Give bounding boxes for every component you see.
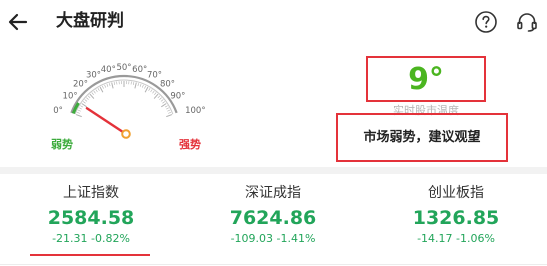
gauge-tick <box>161 103 167 108</box>
gauge-tick <box>133 81 135 85</box>
gauge-tick-label: 20° <box>73 80 88 90</box>
gauge-tick-label: 100° <box>185 106 205 116</box>
gauge-tick <box>97 88 100 91</box>
market-advice-text: 市场弱势，建议观望 <box>363 130 481 145</box>
gauge-tick <box>87 95 91 99</box>
index-name: 深证成指 <box>245 185 301 201</box>
index-card-shanghai[interactable]: 上证指数 2584.58 -21.31 -0.82% <box>0 174 182 266</box>
gauge-tick <box>154 92 157 95</box>
gauge-tick <box>159 97 162 100</box>
gauge-tick <box>164 105 168 108</box>
gauge-tick <box>102 85 104 89</box>
gauge-tick <box>162 101 166 104</box>
index-name: 创业板指 <box>428 185 484 201</box>
gauge-tick <box>166 114 173 118</box>
gauge-tick <box>150 89 153 93</box>
index-value: 2584.58 <box>47 207 135 229</box>
gauge-tick-label: 40° <box>101 65 116 75</box>
gauge-tick <box>157 95 161 99</box>
gauge-tick <box>152 90 155 94</box>
gauge-tick <box>76 111 80 114</box>
gauge-tick-label: 30° <box>86 71 101 81</box>
gauge-tick <box>99 86 104 93</box>
gauge-strong-label: 强势 <box>179 137 201 151</box>
gauge-tick <box>144 85 146 89</box>
gauge-tick <box>134 82 137 89</box>
gauge-tick <box>81 103 87 108</box>
gauge-tick <box>166 107 170 110</box>
gauge-tick <box>168 111 172 114</box>
gauge-tick <box>78 107 82 110</box>
gauge-tick <box>77 109 81 112</box>
gauge-tick <box>104 84 106 88</box>
question-circle-icon[interactable] <box>474 10 498 34</box>
gauge-tick <box>91 92 94 95</box>
back-arrow-icon[interactable] <box>6 10 30 34</box>
gauge-tick <box>106 83 109 87</box>
gauge-tick-label: 90° <box>170 92 185 102</box>
gauge-tick <box>80 105 84 108</box>
gauge-tick <box>113 81 115 85</box>
temperature-value: 9° <box>408 62 444 97</box>
headset-icon[interactable] <box>515 10 539 34</box>
gauge-tick <box>84 99 88 102</box>
gauge-weak-label: 弱势 <box>51 137 73 151</box>
index-card-chinext[interactable]: 创业板指 1326.85 -14.17 -1.06% <box>365 174 547 266</box>
gauge-hub <box>121 129 131 139</box>
index-card-shenzhen[interactable]: 深证成指 7624.86 -109.03 -1.41% <box>182 174 364 266</box>
index-value: 7624.86 <box>229 207 317 229</box>
gauge-tick <box>93 90 96 94</box>
gauge-tick-label: 80° <box>160 80 175 90</box>
bottom-divider <box>0 264 547 265</box>
gauge-tick-label: 0° <box>53 106 63 116</box>
section-divider <box>0 167 547 174</box>
index-value: 1326.85 <box>412 207 500 229</box>
index-change: -109.03 -1.41% <box>230 232 316 245</box>
gauge-tick-label: 60° <box>132 65 147 75</box>
gauge-tick <box>142 84 144 88</box>
gauge-tick <box>144 86 149 93</box>
gauge-needle <box>85 107 128 136</box>
gauge-tick <box>160 99 164 102</box>
advice-highlight-box: 市场弱势，建议观望 <box>336 113 508 162</box>
gauge-tick <box>75 114 82 118</box>
selected-tab-indicator <box>30 254 150 256</box>
market-temperature-gauge: 0°10°20°30°40° 50° 60°70°80°90°100° 弱势 强势 <box>51 63 206 151</box>
page-title: 大盘研判 <box>56 11 124 31</box>
gauge-tick <box>139 83 142 87</box>
gauge-tick-label: 50° <box>116 63 131 73</box>
gauge-tick <box>111 82 114 89</box>
index-name: 上证指数 <box>63 185 119 201</box>
gauge-tick <box>82 101 86 104</box>
temperature-highlight-box: 9° <box>366 56 486 102</box>
index-change: -14.17 -1.06% <box>417 232 495 245</box>
gauge-tick <box>167 109 171 112</box>
gauge-tick <box>148 88 151 91</box>
gauge-tick <box>108 83 111 87</box>
gauge-tick <box>86 97 89 100</box>
gauge-tick <box>95 89 98 93</box>
app-header: 大盘研判 <box>0 0 547 44</box>
gauge-tick-label: 10° <box>63 92 78 102</box>
index-change: -21.31 -0.82% <box>52 232 130 245</box>
gauge-tick <box>137 83 140 87</box>
